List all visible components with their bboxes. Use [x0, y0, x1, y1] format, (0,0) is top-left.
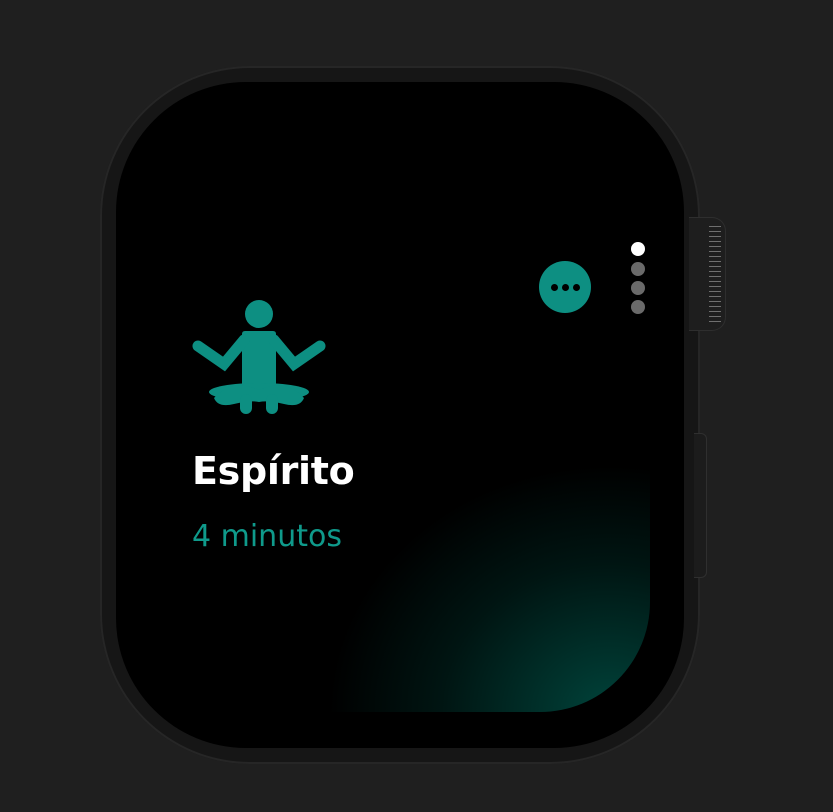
meditation-person-icon[interactable] [192, 298, 326, 416]
ellipsis-icon-dot-2 [561, 283, 569, 291]
page-dot-3 [631, 281, 645, 295]
page-dot-4 [631, 300, 645, 314]
workout-duration: 4 minutos [192, 519, 342, 554]
digital-crown[interactable] [689, 217, 726, 331]
page-dot-2 [631, 262, 645, 276]
side-button[interactable] [694, 433, 707, 578]
workout-title: Espírito [192, 449, 355, 493]
page-dot-1 [631, 242, 645, 256]
ellipsis-icon-dot-3 [572, 283, 580, 291]
page-indicator [630, 242, 646, 317]
ellipsis-icon [550, 283, 558, 291]
more-options-button[interactable] [539, 261, 591, 313]
crown-ridges [709, 226, 721, 322]
